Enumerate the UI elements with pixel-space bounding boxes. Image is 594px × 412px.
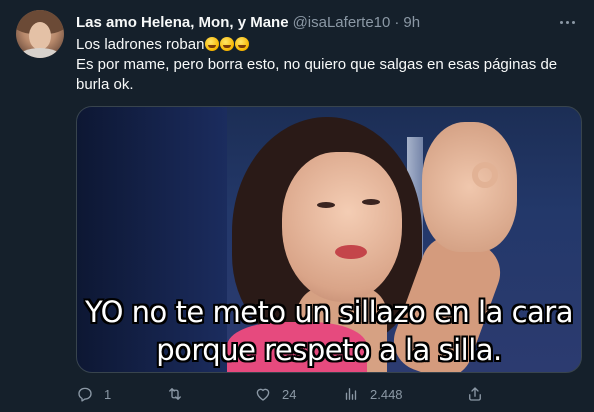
avatar-face [29,22,51,50]
rolling-laughing-emoji-icon [205,37,220,51]
like-button[interactable]: 24 [254,383,296,405]
user-handle[interactable]: @isaLaferte10 [293,14,391,31]
views-button[interactable]: 2.448 [342,383,403,405]
views-count: 2.448 [370,386,403,402]
tweet-text-line: burla ok. [76,76,134,93]
tweet-media-image[interactable]: YO no te meto un sillazo en la cara porq… [76,106,582,373]
meme-caption-line2: porque respeto a la silla. [156,333,502,367]
reply-button[interactable]: 1 [76,383,111,405]
share-icon [469,387,481,401]
avatar[interactable] [16,10,64,58]
views-chart-icon [345,388,357,400]
separator-dot: · [394,13,400,31]
like-count: 24 [282,386,297,402]
reply-icon [78,387,92,402]
tweet-text-line: Los ladrones roban [76,35,576,55]
tweet[interactable]: Las amo Helena, Mon, y Mane @isaLaferte1… [0,0,594,412]
display-name[interactable]: Las amo Helena, Mon, y Mane [76,14,289,31]
reply-count: 1 [104,386,112,402]
tweet-text-line: Es por mame, pero borra esto, no quiero … [76,56,558,73]
share-button[interactable] [466,383,484,405]
retweet-icon [169,388,181,400]
tweet-header: Las amo Helena, Mon, y Mane @isaLaferte1… [76,12,578,32]
heart-icon [256,388,270,401]
timestamp[interactable]: 9h [403,14,420,31]
retweet-button[interactable] [166,383,194,405]
avatar-shirt [18,48,62,58]
rolling-laughing-emoji-icon [235,37,250,51]
tweet-text: Los ladrones roban Es por mame, pero bor… [76,35,576,95]
rolling-laughing-emoji-icon [220,37,235,51]
meme-caption-line1: YO no te meto un sillazo en la cara [85,295,573,329]
tweet-actions: 1 24 2.448 [76,383,496,405]
more-options-icon[interactable] [556,12,578,32]
